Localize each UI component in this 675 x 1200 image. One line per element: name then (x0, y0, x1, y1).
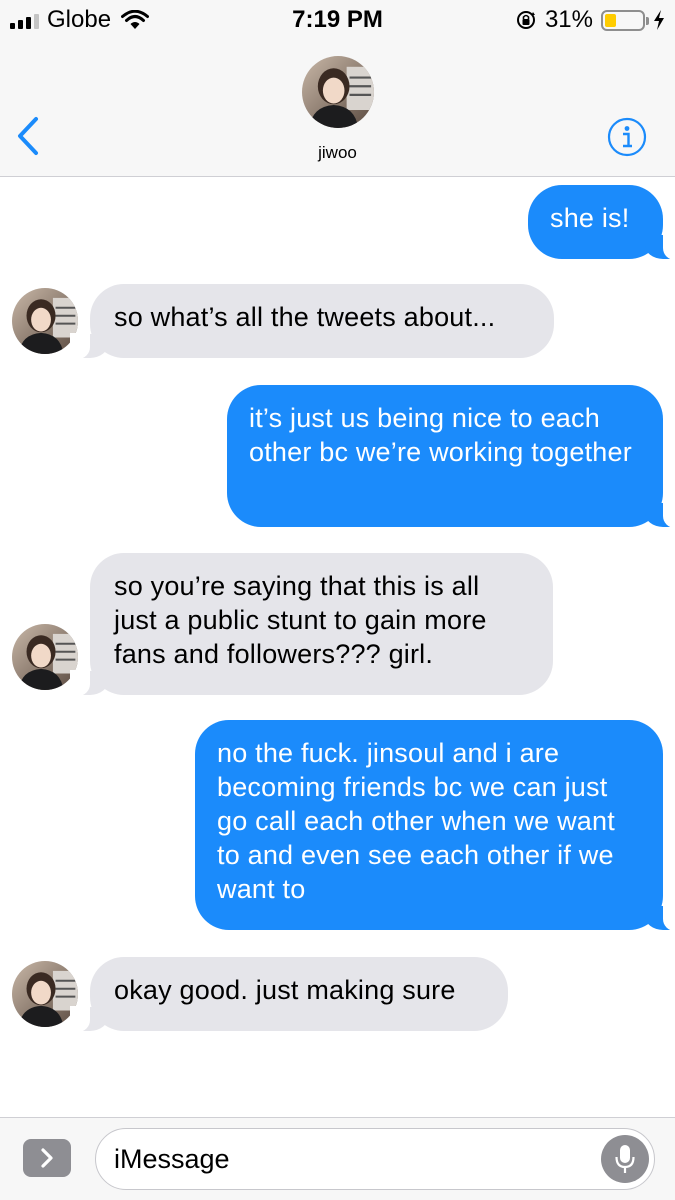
chevron-right-icon (41, 1148, 53, 1168)
contact-avatar (302, 56, 374, 128)
message-bubble-outgoing[interactable]: she is! (528, 185, 675, 260)
message-bubble-incoming[interactable]: so what’s all the tweets about... (70, 284, 554, 359)
conversation-header: jiwoo (0, 40, 675, 177)
battery-fill (605, 13, 617, 27)
battery-percent: 31% (544, 6, 593, 33)
input-bar (0, 1117, 675, 1200)
message-input[interactable] (95, 1128, 655, 1190)
message-bubble-incoming[interactable]: okay good. just making sure (70, 957, 508, 1032)
charging-bolt-icon (654, 10, 664, 30)
status-bar: Globe 7:19 PM 31% (0, 0, 675, 40)
message-bubble-incoming[interactable]: so you’re saying that this is all just a… (70, 553, 553, 696)
info-icon[interactable] (607, 117, 647, 157)
orientation-lock-icon (516, 11, 535, 29)
dictation-button[interactable] (601, 1135, 649, 1183)
battery-icon (601, 9, 649, 31)
contact-button[interactable]: jiwoo (0, 56, 675, 163)
status-right-group: 31% (515, 6, 665, 34)
apps-button[interactable] (23, 1139, 71, 1177)
microphone-icon (615, 1145, 635, 1173)
message-bubble-outgoing[interactable]: no the fuck. jinsoul and i are becoming … (195, 720, 675, 931)
contact-avatar (12, 624, 78, 690)
contact-name: jiwoo (318, 143, 357, 162)
message-bubble-outgoing[interactable]: it’s just us being nice to each other bc… (227, 385, 675, 528)
contact-avatar (12, 961, 78, 1027)
contact-avatar (12, 288, 78, 354)
